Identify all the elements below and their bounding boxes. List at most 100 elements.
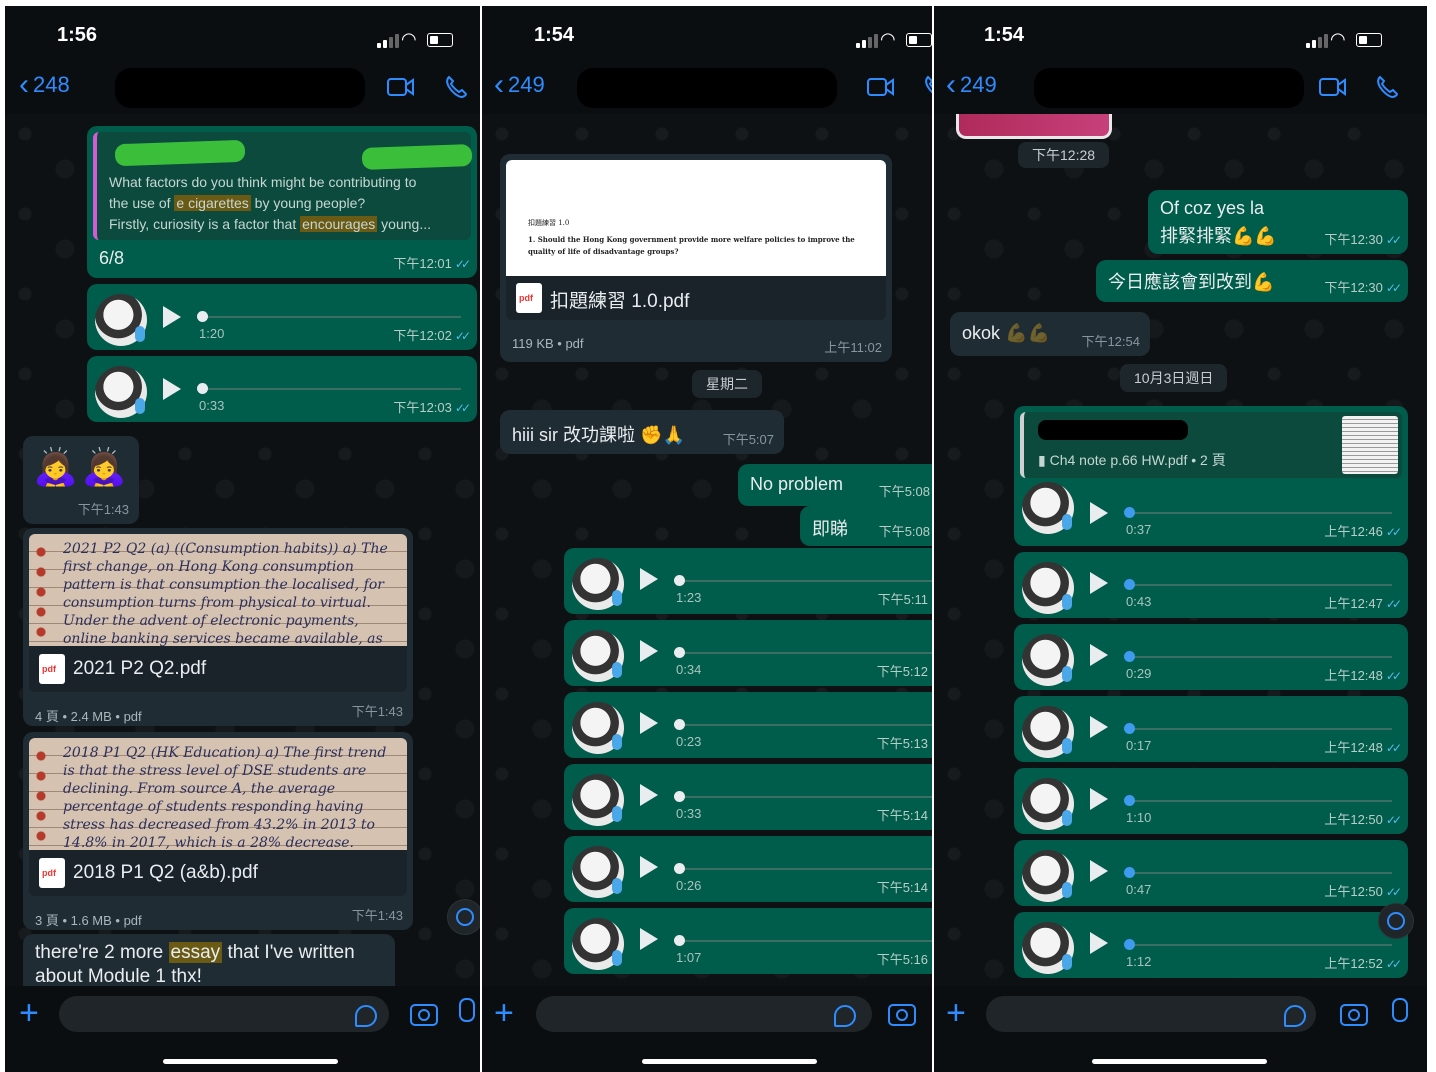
audio-scrubber[interactable] bbox=[1124, 651, 1135, 662]
message-input[interactable] bbox=[59, 996, 389, 1032]
audio-scrubber[interactable] bbox=[1124, 939, 1135, 950]
attach-button[interactable]: + bbox=[946, 994, 966, 1033]
voice-message[interactable]: 0:17 上午12:48 ✓✓ bbox=[1014, 696, 1408, 762]
voice-message[interactable]: 1:07 下午5:16 bbox=[564, 908, 932, 974]
camera-button[interactable] bbox=[1340, 1004, 1368, 1026]
voice-call-button[interactable] bbox=[443, 74, 473, 100]
play-button[interactable] bbox=[640, 928, 658, 950]
play-button[interactable] bbox=[1090, 716, 1108, 738]
voice-message[interactable]: 0:43 上午12:47 ✓✓ bbox=[1014, 552, 1408, 618]
emoji-message[interactable]: 🙇‍♀️🙇‍♀️ 下午1:43 bbox=[23, 436, 139, 524]
voice-call-button[interactable] bbox=[922, 74, 932, 100]
play-button[interactable] bbox=[1090, 644, 1108, 666]
text-message[interactable]: hiii sir 改功課啦 ✊🙏 下午5:07 bbox=[500, 410, 784, 454]
reply-voice-message[interactable]: ▮ Ch4 note p.66 HW.pdf • 2 頁 0:37 上午12:4… bbox=[1014, 406, 1408, 546]
voice-message[interactable]: 1:12 上午12:52 ✓✓ bbox=[1014, 912, 1408, 978]
back-button[interactable]: ‹ 249 bbox=[494, 70, 545, 100]
play-button[interactable] bbox=[163, 378, 181, 400]
audio-track[interactable] bbox=[1126, 656, 1392, 658]
document-message[interactable]: 2018 P1 Q2 (HK Education) a) The first t… bbox=[23, 732, 413, 930]
document-message[interactable]: 2021 P2 Q2 (a) ((Consumption habits)) a)… bbox=[23, 528, 413, 726]
quoted-document[interactable]: ▮ Ch4 note p.66 HW.pdf • 2 頁 bbox=[1020, 412, 1402, 478]
audio-scrubber[interactable] bbox=[674, 791, 685, 802]
play-button[interactable] bbox=[1090, 572, 1108, 594]
audio-track[interactable] bbox=[676, 652, 932, 654]
quoted-message[interactable]: What factors do you think might be contr… bbox=[93, 132, 473, 240]
audio-scrubber[interactable] bbox=[197, 383, 208, 394]
play-button[interactable] bbox=[640, 568, 658, 590]
play-button[interactable] bbox=[163, 306, 181, 328]
audio-track[interactable] bbox=[1126, 584, 1392, 586]
play-button[interactable] bbox=[640, 784, 658, 806]
voice-message[interactable]: 0:33 下午5:14 bbox=[564, 764, 932, 830]
audio-scrubber[interactable] bbox=[674, 719, 685, 730]
audio-scrubber[interactable] bbox=[197, 311, 208, 322]
audio-track[interactable] bbox=[1126, 800, 1392, 802]
audio-track[interactable] bbox=[1126, 728, 1392, 730]
reply-message-bubble[interactable]: What factors do you think might be contr… bbox=[87, 126, 477, 278]
play-button[interactable] bbox=[640, 856, 658, 878]
text-message[interactable]: 今日應該會到改到💪 下午12:30 ✓✓ bbox=[1096, 260, 1408, 302]
audio-track[interactable] bbox=[1126, 944, 1392, 946]
scroll-to-bottom-button[interactable] bbox=[447, 899, 480, 935]
audio-track[interactable] bbox=[1126, 872, 1392, 874]
document-message[interactable]: 扣題練習 1.0 1. Should the Hong Kong governm… bbox=[500, 154, 892, 362]
audio-scrubber[interactable] bbox=[1124, 867, 1135, 878]
message-input[interactable] bbox=[986, 996, 1316, 1032]
audio-track[interactable] bbox=[676, 940, 932, 942]
audio-track[interactable] bbox=[199, 388, 461, 390]
voice-call-button[interactable] bbox=[1374, 74, 1404, 100]
play-button[interactable] bbox=[1090, 788, 1108, 810]
play-button[interactable] bbox=[1090, 932, 1108, 954]
text-message[interactable]: No problem 下午5:08 bbox=[738, 464, 932, 506]
back-button[interactable]: ‹ 249 bbox=[946, 70, 997, 100]
audio-scrubber[interactable] bbox=[1124, 507, 1135, 518]
audio-scrubber[interactable] bbox=[674, 647, 685, 658]
text-message[interactable]: 即睇 下午5:08 bbox=[800, 506, 932, 546]
audio-track[interactable] bbox=[676, 724, 932, 726]
video-call-button[interactable] bbox=[866, 74, 896, 100]
voice-message[interactable]: 0:26 下午5:14 bbox=[564, 836, 932, 902]
back-button[interactable]: ‹ 248 bbox=[19, 70, 70, 100]
text-message[interactable]: okok 💪💪 下午12:54 bbox=[950, 312, 1150, 356]
audio-scrubber[interactable] bbox=[1124, 723, 1135, 734]
voice-message[interactable]: 1:10 上午12:50 ✓✓ bbox=[1014, 768, 1408, 834]
voice-message[interactable]: 1:23 下午5:11 bbox=[564, 548, 932, 614]
audio-scrubber[interactable] bbox=[674, 935, 685, 946]
attach-button[interactable]: + bbox=[494, 994, 514, 1033]
audio-scrubber[interactable] bbox=[674, 575, 685, 586]
sticker-icon[interactable] bbox=[1284, 1005, 1306, 1027]
voice-message[interactable]: 0:47 上午12:50 ✓✓ bbox=[1014, 840, 1408, 906]
voice-message[interactable]: 0:23 下午5:13 bbox=[564, 692, 932, 758]
document-preview[interactable]: 扣題練習 1.0 1. Should the Hong Kong governm… bbox=[506, 160, 886, 276]
video-call-button[interactable] bbox=[1318, 74, 1348, 100]
audio-track[interactable] bbox=[1126, 512, 1392, 514]
scroll-to-bottom-button[interactable] bbox=[1378, 903, 1414, 939]
video-call-button[interactable] bbox=[386, 74, 416, 100]
voice-message[interactable]: 0:29 上午12:48 ✓✓ bbox=[1014, 624, 1408, 690]
camera-button[interactable] bbox=[888, 1004, 916, 1026]
text-message[interactable]: there're 2 more essay that I've written … bbox=[23, 934, 395, 994]
image-message[interactable] bbox=[956, 114, 1112, 139]
voice-message[interactable]: 1:20 下午12:02 ✓✓ bbox=[87, 284, 477, 350]
audio-scrubber[interactable] bbox=[674, 863, 685, 874]
microphone-button[interactable] bbox=[459, 998, 475, 1022]
camera-button[interactable] bbox=[410, 1004, 438, 1026]
audio-track[interactable] bbox=[199, 316, 461, 318]
audio-track[interactable] bbox=[676, 868, 932, 870]
microphone-button[interactable] bbox=[1392, 998, 1408, 1022]
sticker-icon[interactable] bbox=[834, 1005, 856, 1027]
sticker-icon[interactable] bbox=[355, 1005, 377, 1027]
audio-track[interactable] bbox=[676, 580, 932, 582]
voice-message[interactable]: 0:33 下午12:03 ✓✓ bbox=[87, 356, 477, 422]
voice-message[interactable]: 0:34 下午5:12 bbox=[564, 620, 932, 686]
document-preview[interactable]: 2021 P2 Q2 (a) ((Consumption habits)) a)… bbox=[29, 534, 407, 646]
attach-button[interactable]: + bbox=[19, 994, 39, 1033]
play-button[interactable] bbox=[640, 712, 658, 734]
text-message[interactable]: Of coz yes la 排緊排緊💪💪 下午12:30 ✓✓ bbox=[1148, 190, 1408, 254]
play-button[interactable] bbox=[640, 640, 658, 662]
play-button[interactable] bbox=[1090, 860, 1108, 882]
play-button[interactable] bbox=[1090, 502, 1108, 524]
message-input[interactable] bbox=[536, 996, 872, 1032]
document-preview[interactable]: 2018 P1 Q2 (HK Education) a) The first t… bbox=[29, 738, 407, 850]
